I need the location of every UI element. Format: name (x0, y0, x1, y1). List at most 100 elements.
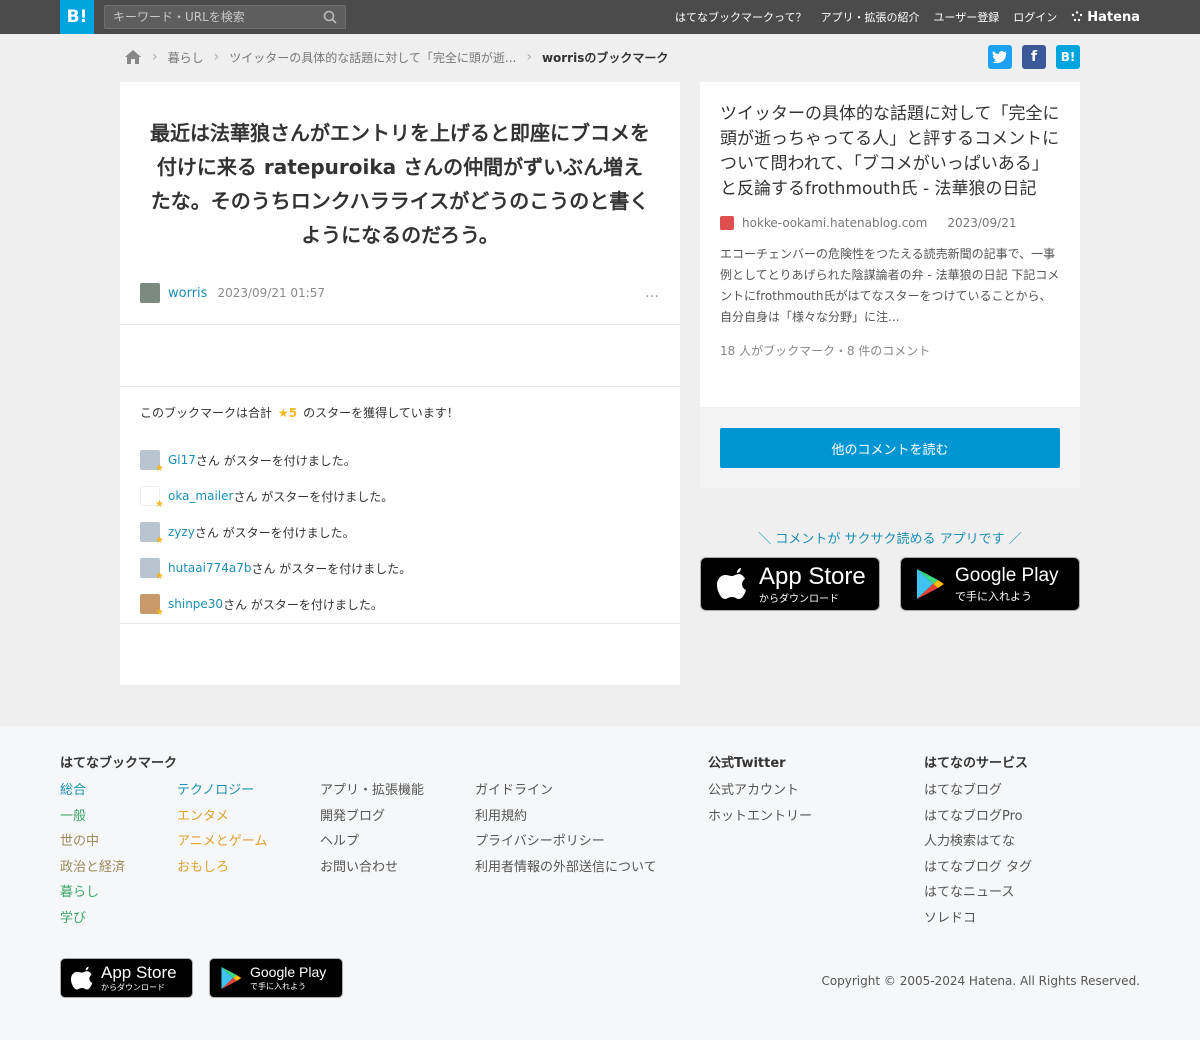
footer-link[interactable]: ソレドコ (924, 906, 1032, 932)
footer-category[interactable]: 世の中 (60, 829, 125, 855)
entry-card: ツイッターの具体的な話題に対して「完全に頭が逝っちゃってる人」と評するコメントに… (700, 82, 1080, 488)
chevron-right-icon: › (213, 49, 220, 65)
google-play-badge[interactable]: Google Play で手に入れよう (900, 557, 1080, 611)
hatena-logo[interactable]: Hatena (1071, 10, 1140, 25)
entry-title[interactable]: ツイッターの具体的な話題に対して「完全に頭が逝っちゃってる人」と評するコメントに… (720, 102, 1060, 202)
google-play-icon (917, 569, 944, 599)
entry-counts: 18 人がブックマーク・8 件のコメント (720, 344, 931, 358)
nav-register[interactable]: ユーザー登録 (934, 9, 1000, 25)
avatar[interactable]: ★ (140, 486, 164, 510)
avatar[interactable]: ★ (140, 522, 164, 546)
search-box (104, 5, 346, 29)
star-row: ★ hutaai774a7b さん がスターを付けました。 (140, 550, 411, 586)
footer-link[interactable]: 利用者情報の外部送信について (475, 855, 657, 881)
avatar[interactable] (140, 283, 160, 303)
bookmark-user[interactable]: worris (168, 286, 207, 301)
app-store-sub: からダウンロード (101, 982, 165, 992)
twitter-share-icon[interactable] (988, 45, 1012, 69)
star-list: ★ Gl17 さん がスターを付けました。 ★ oka_mailer さん がス… (140, 442, 411, 622)
footer-link[interactable]: 人力検索はてな (924, 829, 1032, 855)
footer-link[interactable]: アプリ・拡張機能 (320, 778, 424, 804)
google-play-sub: で手に入れよう (250, 982, 306, 991)
footer-link[interactable]: ヘルプ (320, 829, 424, 855)
google-play-icon (221, 967, 242, 989)
star-user[interactable]: shinpe30 (168, 597, 223, 611)
entry-domain[interactable]: hokke-ookami.hatenablog.com (742, 216, 927, 230)
star-icon: ★ (155, 571, 164, 582)
footer-bookmark-heading: はてなブックマーク (60, 756, 178, 771)
hatena-bookmark-logo[interactable]: B! (60, 0, 94, 34)
footer-link[interactable]: ホットエントリー (708, 804, 812, 830)
footer-link[interactable]: 開発ブログ (320, 804, 424, 830)
footer-category[interactable]: 政治と経済 (60, 855, 125, 881)
breadcrumb-category[interactable]: 暮らし (168, 49, 204, 66)
bookmark-card: 最近は法華狼さんがエントリを上げると即座にブコメを付けに来る ratepuroi… (120, 82, 680, 685)
star-text: さん がスターを付けました。 (194, 525, 355, 540)
app-store-title: App Store (759, 562, 866, 590)
footer-categories-2: テクノロジー エンタメ アニメとゲーム おもしろ (177, 778, 267, 880)
star-summary-suffix: のスターを獲得しています！ (303, 406, 459, 420)
star-text: さん がスターを付けました。 (195, 453, 356, 468)
star-icon: ★ (155, 499, 164, 510)
footer-link[interactable]: はてなブログ (924, 778, 1032, 804)
footer-category[interactable]: エンタメ (177, 804, 267, 830)
footer-category[interactable]: 総合 (60, 778, 125, 804)
star-summary-prefix: このブックマークは合計 (140, 406, 273, 420)
more-options-icon[interactable]: … (645, 285, 660, 301)
footer-services: はてなブログ はてなブログPro 人力検索はてな はてなブログ タグ はてなニュ… (924, 778, 1032, 932)
footer-twitter-heading: 公式Twitter (708, 756, 786, 771)
entry-source: hokke-ookami.hatenablog.com 2023/09/21 (720, 216, 1060, 230)
facebook-share-icon[interactable]: f (1022, 45, 1046, 69)
star-row: ★ shinpe30 さん がスターを付けました。 (140, 586, 411, 622)
footer-category[interactable]: 学び (60, 906, 125, 932)
footer-category[interactable]: おもしろ (177, 855, 267, 881)
footer-links-2: ガイドライン 利用規約 プライバシーポリシー 利用者情報の外部送信について (475, 778, 657, 880)
hatena-bookmark-share-icon[interactable]: B! (1056, 45, 1080, 69)
footer-google-play-badge[interactable]: Google Play で手に入れよう (209, 958, 343, 998)
footer-app-store-badge[interactable]: App Store からダウンロード (60, 958, 193, 998)
app-store-title: App Store (101, 962, 177, 982)
entry-date: 2023/09/21 (947, 216, 1017, 230)
footer-category[interactable]: 暮らし (60, 880, 125, 906)
star-user[interactable]: oka_mailer (168, 489, 233, 503)
avatar[interactable]: ★ (140, 558, 164, 582)
divider (120, 386, 680, 387)
nav-apps[interactable]: アプリ・拡張の紹介 (821, 9, 920, 25)
apple-icon (717, 568, 746, 599)
search-icon[interactable] (323, 10, 337, 24)
app-store-badge[interactable]: App Store からダウンロード (700, 557, 880, 611)
chevron-right-icon: › (152, 49, 158, 65)
footer-category[interactable]: アニメとゲーム (177, 829, 267, 855)
footer-link[interactable]: はてなニュース (924, 880, 1032, 906)
favicon-icon (720, 216, 734, 230)
footer-category[interactable]: テクノロジー (177, 778, 267, 804)
footer-link[interactable]: はてなブログPro (924, 804, 1032, 830)
search-input[interactable] (105, 6, 305, 28)
home-icon[interactable] (124, 49, 142, 65)
footer-link[interactable]: はてなブログ タグ (924, 855, 1032, 881)
star-user[interactable]: Gl17 (168, 453, 196, 467)
star-user[interactable]: hutaai774a7b (168, 561, 251, 575)
footer-category[interactable]: 一般 (60, 804, 125, 830)
footer-link[interactable]: ガイドライン (475, 778, 657, 804)
footer-link[interactable]: お問い合わせ (320, 855, 424, 881)
bookmark-date: 2023/09/21 01:57 (217, 286, 325, 300)
avatar[interactable]: ★ (140, 450, 164, 474)
avatar[interactable]: ★ (140, 594, 164, 618)
nav-login[interactable]: ログイン (1013, 9, 1057, 25)
nav-about[interactable]: はてなブックマークって？ (675, 9, 806, 25)
footer-link[interactable]: 利用規約 (475, 804, 657, 830)
footer-link[interactable]: 公式アカウント (708, 778, 812, 804)
divider (120, 324, 680, 325)
star-text: さん がスターを付けました。 (223, 597, 383, 612)
copyright: Copyright © 2005-2024 Hatena. All Rights… (821, 974, 1140, 988)
top-bar: B! はてなブックマークって？ アプリ・拡張の紹介 ユーザー登録 ログイン Ha… (0, 0, 1200, 34)
hatena-mark-icon (1072, 11, 1083, 22)
star-user[interactable]: zyzy (168, 525, 195, 539)
star-icon: ★ (155, 535, 164, 546)
entry-summary: ツイッターの具体的な話題に対して「完全に頭が逝っちゃってる人」と評するコメントに… (700, 82, 1080, 407)
read-more-comments-button[interactable]: 他のコメントを読む (720, 428, 1060, 468)
breadcrumb-entry[interactable]: ツイッターの具体的な話題に対して「完全に頭が逝... (229, 49, 516, 66)
footer-link[interactable]: プライバシーポリシー (475, 829, 657, 855)
star-row: ★ Gl17 さん がスターを付けました。 (140, 442, 411, 478)
